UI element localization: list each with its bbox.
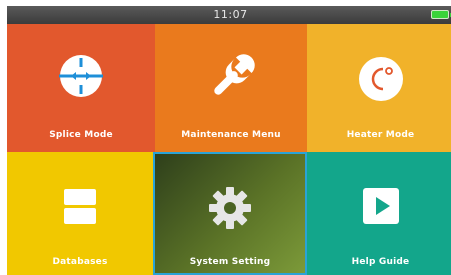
play-icon [362,188,399,224]
splice-mode-label: Splice Mode [49,130,113,140]
maintenance-menu-label: Maintenance Menu [181,130,281,140]
heater-mode-tile[interactable]: Heater Mode [307,24,451,152]
crosshair-circle-icon [59,55,103,97]
gear-icon [209,187,251,229]
splice-mode-tile[interactable]: Splice Mode [7,24,155,152]
help-guide-label: Help Guide [351,257,410,267]
status-bar: 11:07 [7,6,451,24]
databases-label: Databases [52,257,108,267]
databases-tile[interactable]: Databases [7,152,153,275]
wrench-icon [214,54,255,95]
help-guide-tile[interactable]: Help Guide [307,152,451,275]
main-menu-screen: 11:07 Splice Mode Maintenance Menu Heate… [7,6,451,275]
maintenance-menu-tile[interactable]: Maintenance Menu [155,24,307,152]
database-icon [64,189,96,224]
heater-mode-label: Heater Mode [346,130,415,140]
system-setting-label: System Setting [189,257,271,267]
battery-full-icon [431,10,451,19]
system-setting-tile[interactable]: System Setting [153,152,307,275]
heater-circle-icon [358,57,403,101]
clock: 11:07 [213,8,248,21]
